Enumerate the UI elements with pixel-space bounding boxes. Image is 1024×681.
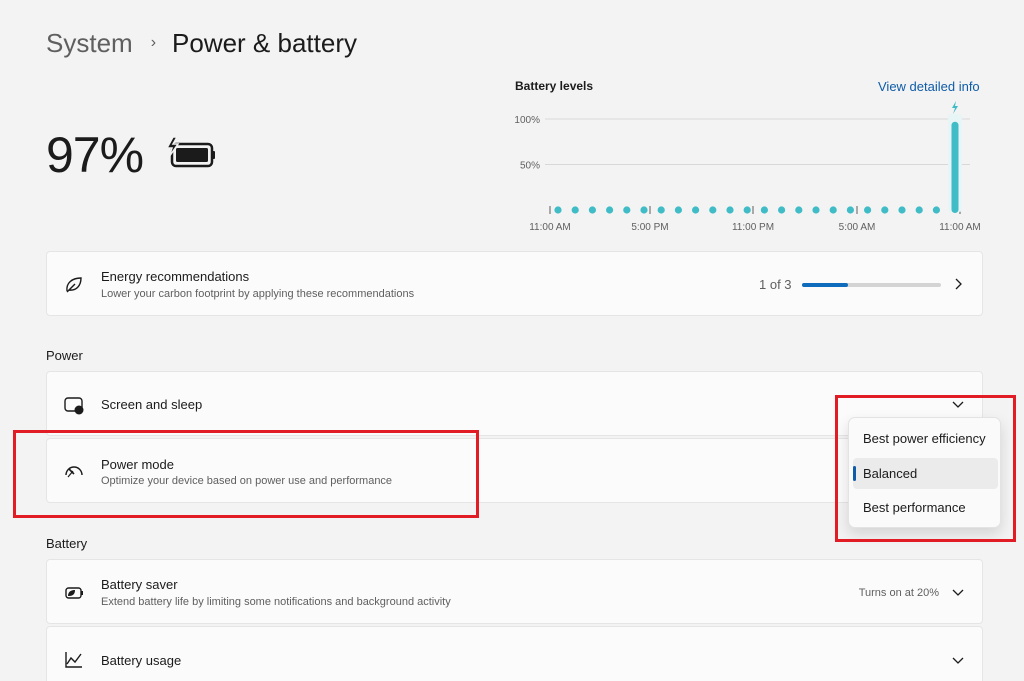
energy-recommendations-title: Energy recommendations <box>101 269 250 284</box>
y-tick-label: 50% <box>520 161 540 172</box>
battery-section-label: Battery <box>46 536 88 551</box>
highlight-box-dropdown <box>835 395 1016 542</box>
recommendation-progress-fill <box>802 283 848 287</box>
leaf-icon <box>66 277 82 293</box>
battery-level-dot <box>606 206 614 214</box>
highlight-box-power-mode <box>13 430 479 518</box>
recommendation-count: 1 of 3 <box>759 277 792 292</box>
x-tick-label: 5:00 AM <box>839 222 876 233</box>
battery-chart-title: Battery levels <box>515 79 594 93</box>
battery-saver-icon <box>65 587 83 599</box>
battery-level-dot <box>881 206 889 214</box>
screen-moon-icon <box>64 397 84 415</box>
battery-saver-card[interactable]: Battery saver Extend battery life by lim… <box>46 559 983 624</box>
battery-level-dot <box>571 206 579 214</box>
battery-usage-card[interactable]: Battery usage <box>46 626 983 681</box>
battery-level-dot <box>760 206 768 214</box>
view-detailed-info-link[interactable]: View detailed info <box>878 79 980 94</box>
screen-and-sleep-title: Screen and sleep <box>101 397 203 412</box>
x-tick-label: 5:00 PM <box>631 222 668 233</box>
battery-percentage: 97% <box>46 127 144 183</box>
chevron-down-icon[interactable] <box>952 586 964 598</box>
battery-level-dot <box>640 206 648 214</box>
energy-recommendations-card[interactable]: Energy recommendations Lower your carbon… <box>46 251 983 316</box>
lightning-icon <box>952 101 958 114</box>
battery-level-dot <box>915 206 923 214</box>
battery-level-dot <box>623 206 631 214</box>
battery-level-dot <box>829 206 837 214</box>
breadcrumb: System › Power & battery <box>46 26 357 60</box>
battery-levels-chart: 100% 50% 11:00 AM 5:00 PM 11:00 PM 5:00 AM 11:… <box>514 101 981 233</box>
battery-usage-title: Battery usage <box>101 653 182 668</box>
battery-level-dot <box>554 206 562 214</box>
x-tick-label: 11:00 AM <box>529 222 571 233</box>
x-tick-label: 11:00 PM <box>732 222 774 233</box>
battery-saver-title: Battery saver <box>101 577 178 592</box>
battery-level-dot <box>709 206 717 214</box>
recommendation-progress-bar <box>802 283 941 287</box>
power-section-label: Power <box>46 348 83 363</box>
battery-level-dot <box>932 206 940 214</box>
battery-level-dot <box>726 206 734 214</box>
chevron-down-icon[interactable] <box>952 654 964 666</box>
battery-level-dot <box>846 206 854 214</box>
chevron-right-icon <box>955 278 962 290</box>
battery-saver-subtitle: Extend battery life by limiting some not… <box>101 596 451 608</box>
battery-level-dot <box>743 206 751 214</box>
breadcrumb-system-link[interactable]: System <box>46 28 133 59</box>
current-level-bar <box>951 121 959 213</box>
battery-level-dot <box>674 206 682 214</box>
battery-level-dot <box>812 206 820 214</box>
battery-level-dot <box>588 206 596 214</box>
line-chart-icon <box>65 652 82 668</box>
battery-saver-status: Turns on at 20% <box>858 587 939 599</box>
page-title: Power & battery <box>172 27 357 58</box>
x-tick-label: 11:00 AM <box>939 222 981 233</box>
battery-level-dot <box>864 206 872 214</box>
battery-level-dot <box>795 206 803 214</box>
battery-level-dot <box>778 206 786 214</box>
chevron-right-icon: › <box>150 34 157 51</box>
y-tick-label: 100% <box>514 115 540 126</box>
battery-level-dot <box>657 206 665 214</box>
battery-level-dot <box>692 206 700 214</box>
battery-level-dot <box>898 206 906 214</box>
energy-recommendations-subtitle: Lower your carbon footprint by applying … <box>101 288 415 300</box>
battery-charging-icon <box>165 136 215 168</box>
